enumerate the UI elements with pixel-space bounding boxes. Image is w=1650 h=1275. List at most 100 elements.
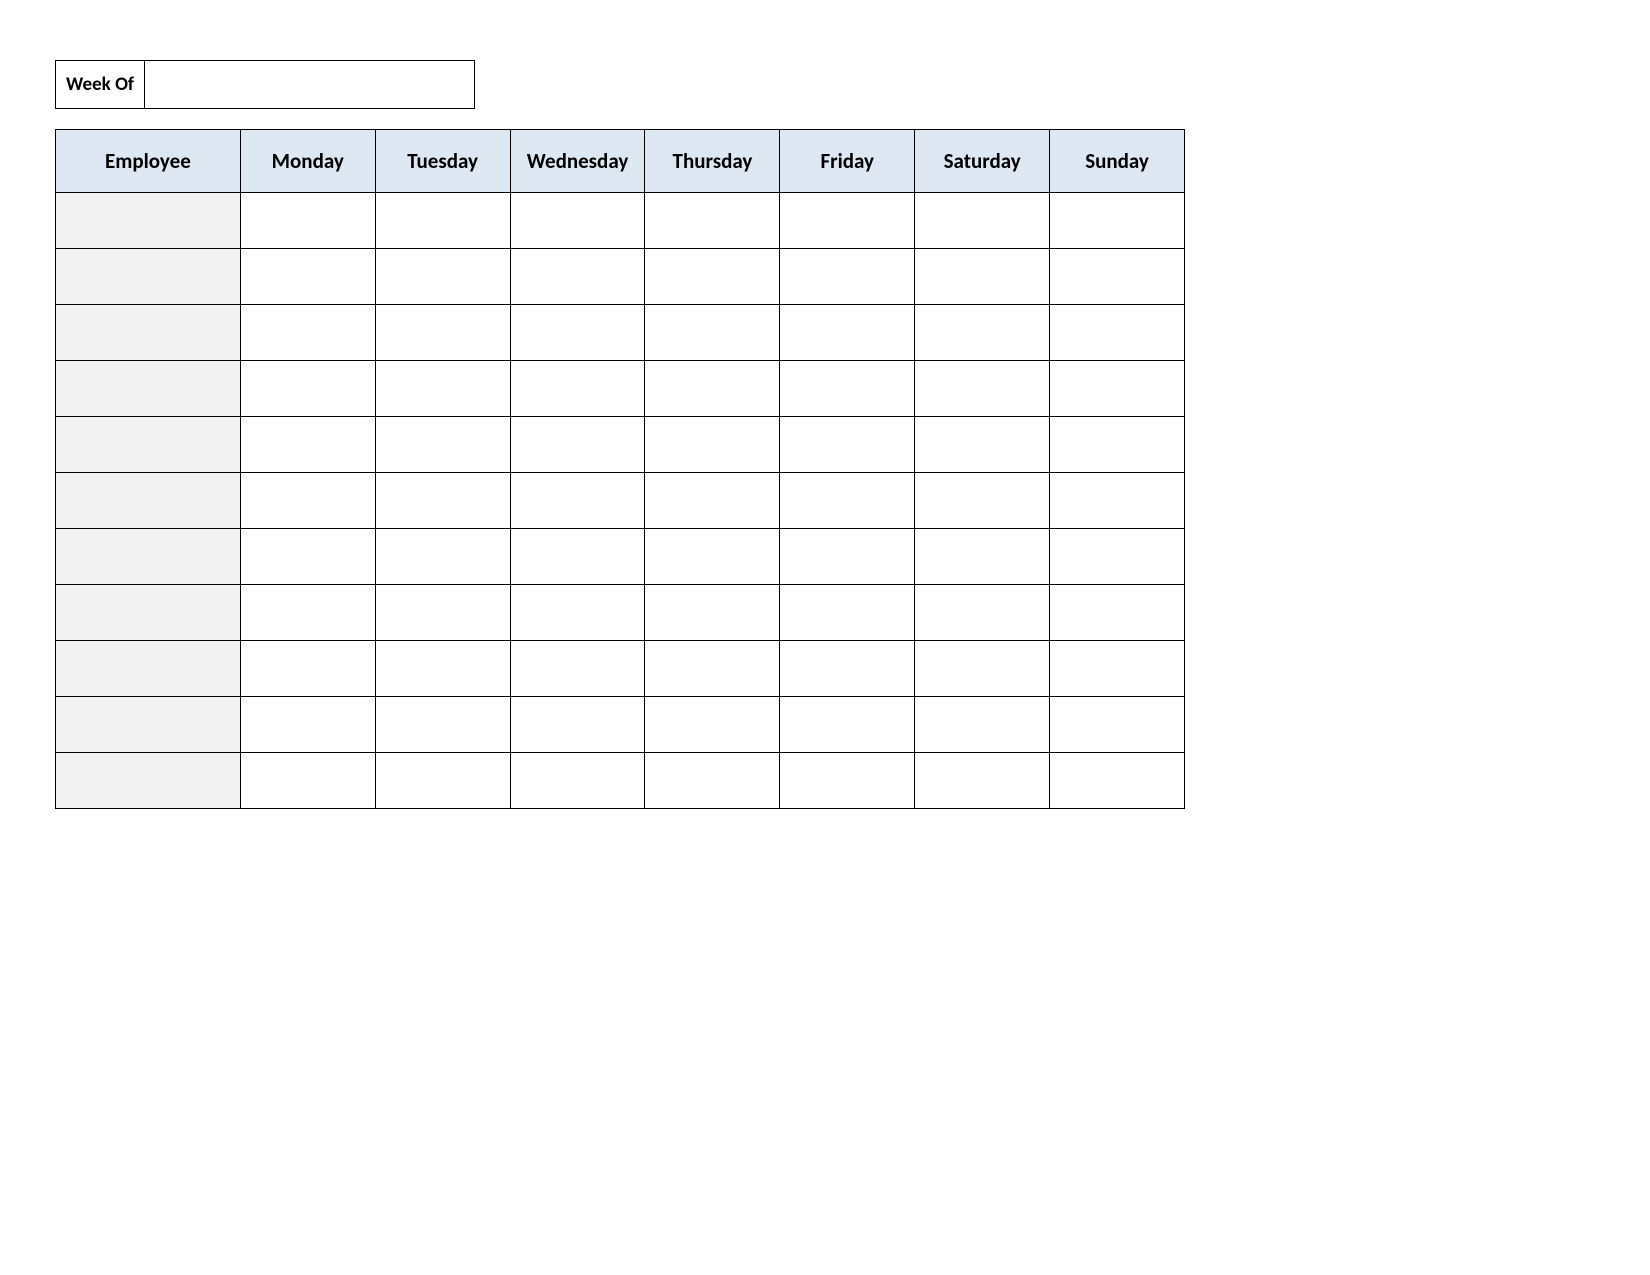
- day-cell[interactable]: [1050, 641, 1185, 697]
- day-cell[interactable]: [375, 361, 510, 417]
- day-cell[interactable]: [780, 529, 915, 585]
- day-cell[interactable]: [915, 193, 1050, 249]
- table-row: [56, 361, 1185, 417]
- table-row: [56, 417, 1185, 473]
- day-cell[interactable]: [510, 305, 645, 361]
- day-cell[interactable]: [375, 473, 510, 529]
- day-cell[interactable]: [780, 193, 915, 249]
- employee-cell[interactable]: [56, 529, 241, 585]
- day-cell[interactable]: [510, 249, 645, 305]
- day-cell[interactable]: [510, 753, 645, 809]
- day-cell[interactable]: [780, 753, 915, 809]
- day-cell[interactable]: [780, 585, 915, 641]
- day-cell[interactable]: [1050, 473, 1185, 529]
- employee-cell[interactable]: [56, 697, 241, 753]
- table-row: [56, 697, 1185, 753]
- day-cell[interactable]: [645, 753, 780, 809]
- day-cell[interactable]: [780, 697, 915, 753]
- day-cell[interactable]: [375, 585, 510, 641]
- day-cell[interactable]: [780, 417, 915, 473]
- header-saturday: Saturday: [915, 130, 1050, 193]
- day-cell[interactable]: [375, 697, 510, 753]
- day-cell[interactable]: [645, 641, 780, 697]
- day-cell[interactable]: [645, 585, 780, 641]
- day-cell[interactable]: [645, 417, 780, 473]
- day-cell[interactable]: [915, 697, 1050, 753]
- day-cell[interactable]: [510, 641, 645, 697]
- header-monday: Monday: [240, 130, 375, 193]
- day-cell[interactable]: [240, 249, 375, 305]
- day-cell[interactable]: [240, 753, 375, 809]
- employee-cell[interactable]: [56, 305, 241, 361]
- day-cell[interactable]: [1050, 361, 1185, 417]
- day-cell[interactable]: [780, 361, 915, 417]
- day-cell[interactable]: [1050, 753, 1185, 809]
- day-cell[interactable]: [1050, 305, 1185, 361]
- schedule-body: [56, 193, 1185, 809]
- day-cell[interactable]: [240, 529, 375, 585]
- schedule-table: Employee Monday Tuesday Wednesday Thursd…: [55, 129, 1185, 809]
- day-cell[interactable]: [1050, 193, 1185, 249]
- day-cell[interactable]: [1050, 249, 1185, 305]
- table-row: [56, 305, 1185, 361]
- day-cell[interactable]: [780, 305, 915, 361]
- table-row: [56, 473, 1185, 529]
- day-cell[interactable]: [240, 697, 375, 753]
- day-cell[interactable]: [375, 417, 510, 473]
- day-cell[interactable]: [645, 473, 780, 529]
- day-cell[interactable]: [915, 585, 1050, 641]
- day-cell[interactable]: [510, 361, 645, 417]
- day-cell[interactable]: [375, 753, 510, 809]
- day-cell[interactable]: [1050, 697, 1185, 753]
- day-cell[interactable]: [240, 193, 375, 249]
- day-cell[interactable]: [375, 305, 510, 361]
- day-cell[interactable]: [240, 641, 375, 697]
- day-cell[interactable]: [510, 529, 645, 585]
- day-cell[interactable]: [915, 361, 1050, 417]
- table-row: [56, 585, 1185, 641]
- day-cell[interactable]: [510, 697, 645, 753]
- day-cell[interactable]: [375, 193, 510, 249]
- day-cell[interactable]: [375, 641, 510, 697]
- day-cell[interactable]: [915, 249, 1050, 305]
- day-cell[interactable]: [510, 585, 645, 641]
- day-cell[interactable]: [510, 417, 645, 473]
- day-cell[interactable]: [1050, 585, 1185, 641]
- employee-cell[interactable]: [56, 249, 241, 305]
- day-cell[interactable]: [1050, 529, 1185, 585]
- employee-cell[interactable]: [56, 753, 241, 809]
- day-cell[interactable]: [915, 417, 1050, 473]
- day-cell[interactable]: [915, 753, 1050, 809]
- day-cell[interactable]: [915, 529, 1050, 585]
- day-cell[interactable]: [915, 305, 1050, 361]
- employee-cell[interactable]: [56, 641, 241, 697]
- day-cell[interactable]: [645, 249, 780, 305]
- day-cell[interactable]: [645, 305, 780, 361]
- day-cell[interactable]: [510, 193, 645, 249]
- employee-cell[interactable]: [56, 473, 241, 529]
- day-cell[interactable]: [780, 249, 915, 305]
- day-cell[interactable]: [645, 361, 780, 417]
- day-cell[interactable]: [915, 641, 1050, 697]
- day-cell[interactable]: [240, 473, 375, 529]
- employee-cell[interactable]: [56, 417, 241, 473]
- table-row: [56, 249, 1185, 305]
- day-cell[interactable]: [240, 361, 375, 417]
- day-cell[interactable]: [375, 249, 510, 305]
- day-cell[interactable]: [1050, 417, 1185, 473]
- employee-cell[interactable]: [56, 585, 241, 641]
- day-cell[interactable]: [780, 641, 915, 697]
- week-of-input[interactable]: [145, 60, 475, 109]
- day-cell[interactable]: [510, 473, 645, 529]
- day-cell[interactable]: [915, 473, 1050, 529]
- day-cell[interactable]: [645, 529, 780, 585]
- day-cell[interactable]: [780, 473, 915, 529]
- day-cell[interactable]: [240, 305, 375, 361]
- employee-cell[interactable]: [56, 361, 241, 417]
- day-cell[interactable]: [375, 529, 510, 585]
- day-cell[interactable]: [645, 697, 780, 753]
- day-cell[interactable]: [645, 193, 780, 249]
- employee-cell[interactable]: [56, 193, 241, 249]
- day-cell[interactable]: [240, 585, 375, 641]
- day-cell[interactable]: [240, 417, 375, 473]
